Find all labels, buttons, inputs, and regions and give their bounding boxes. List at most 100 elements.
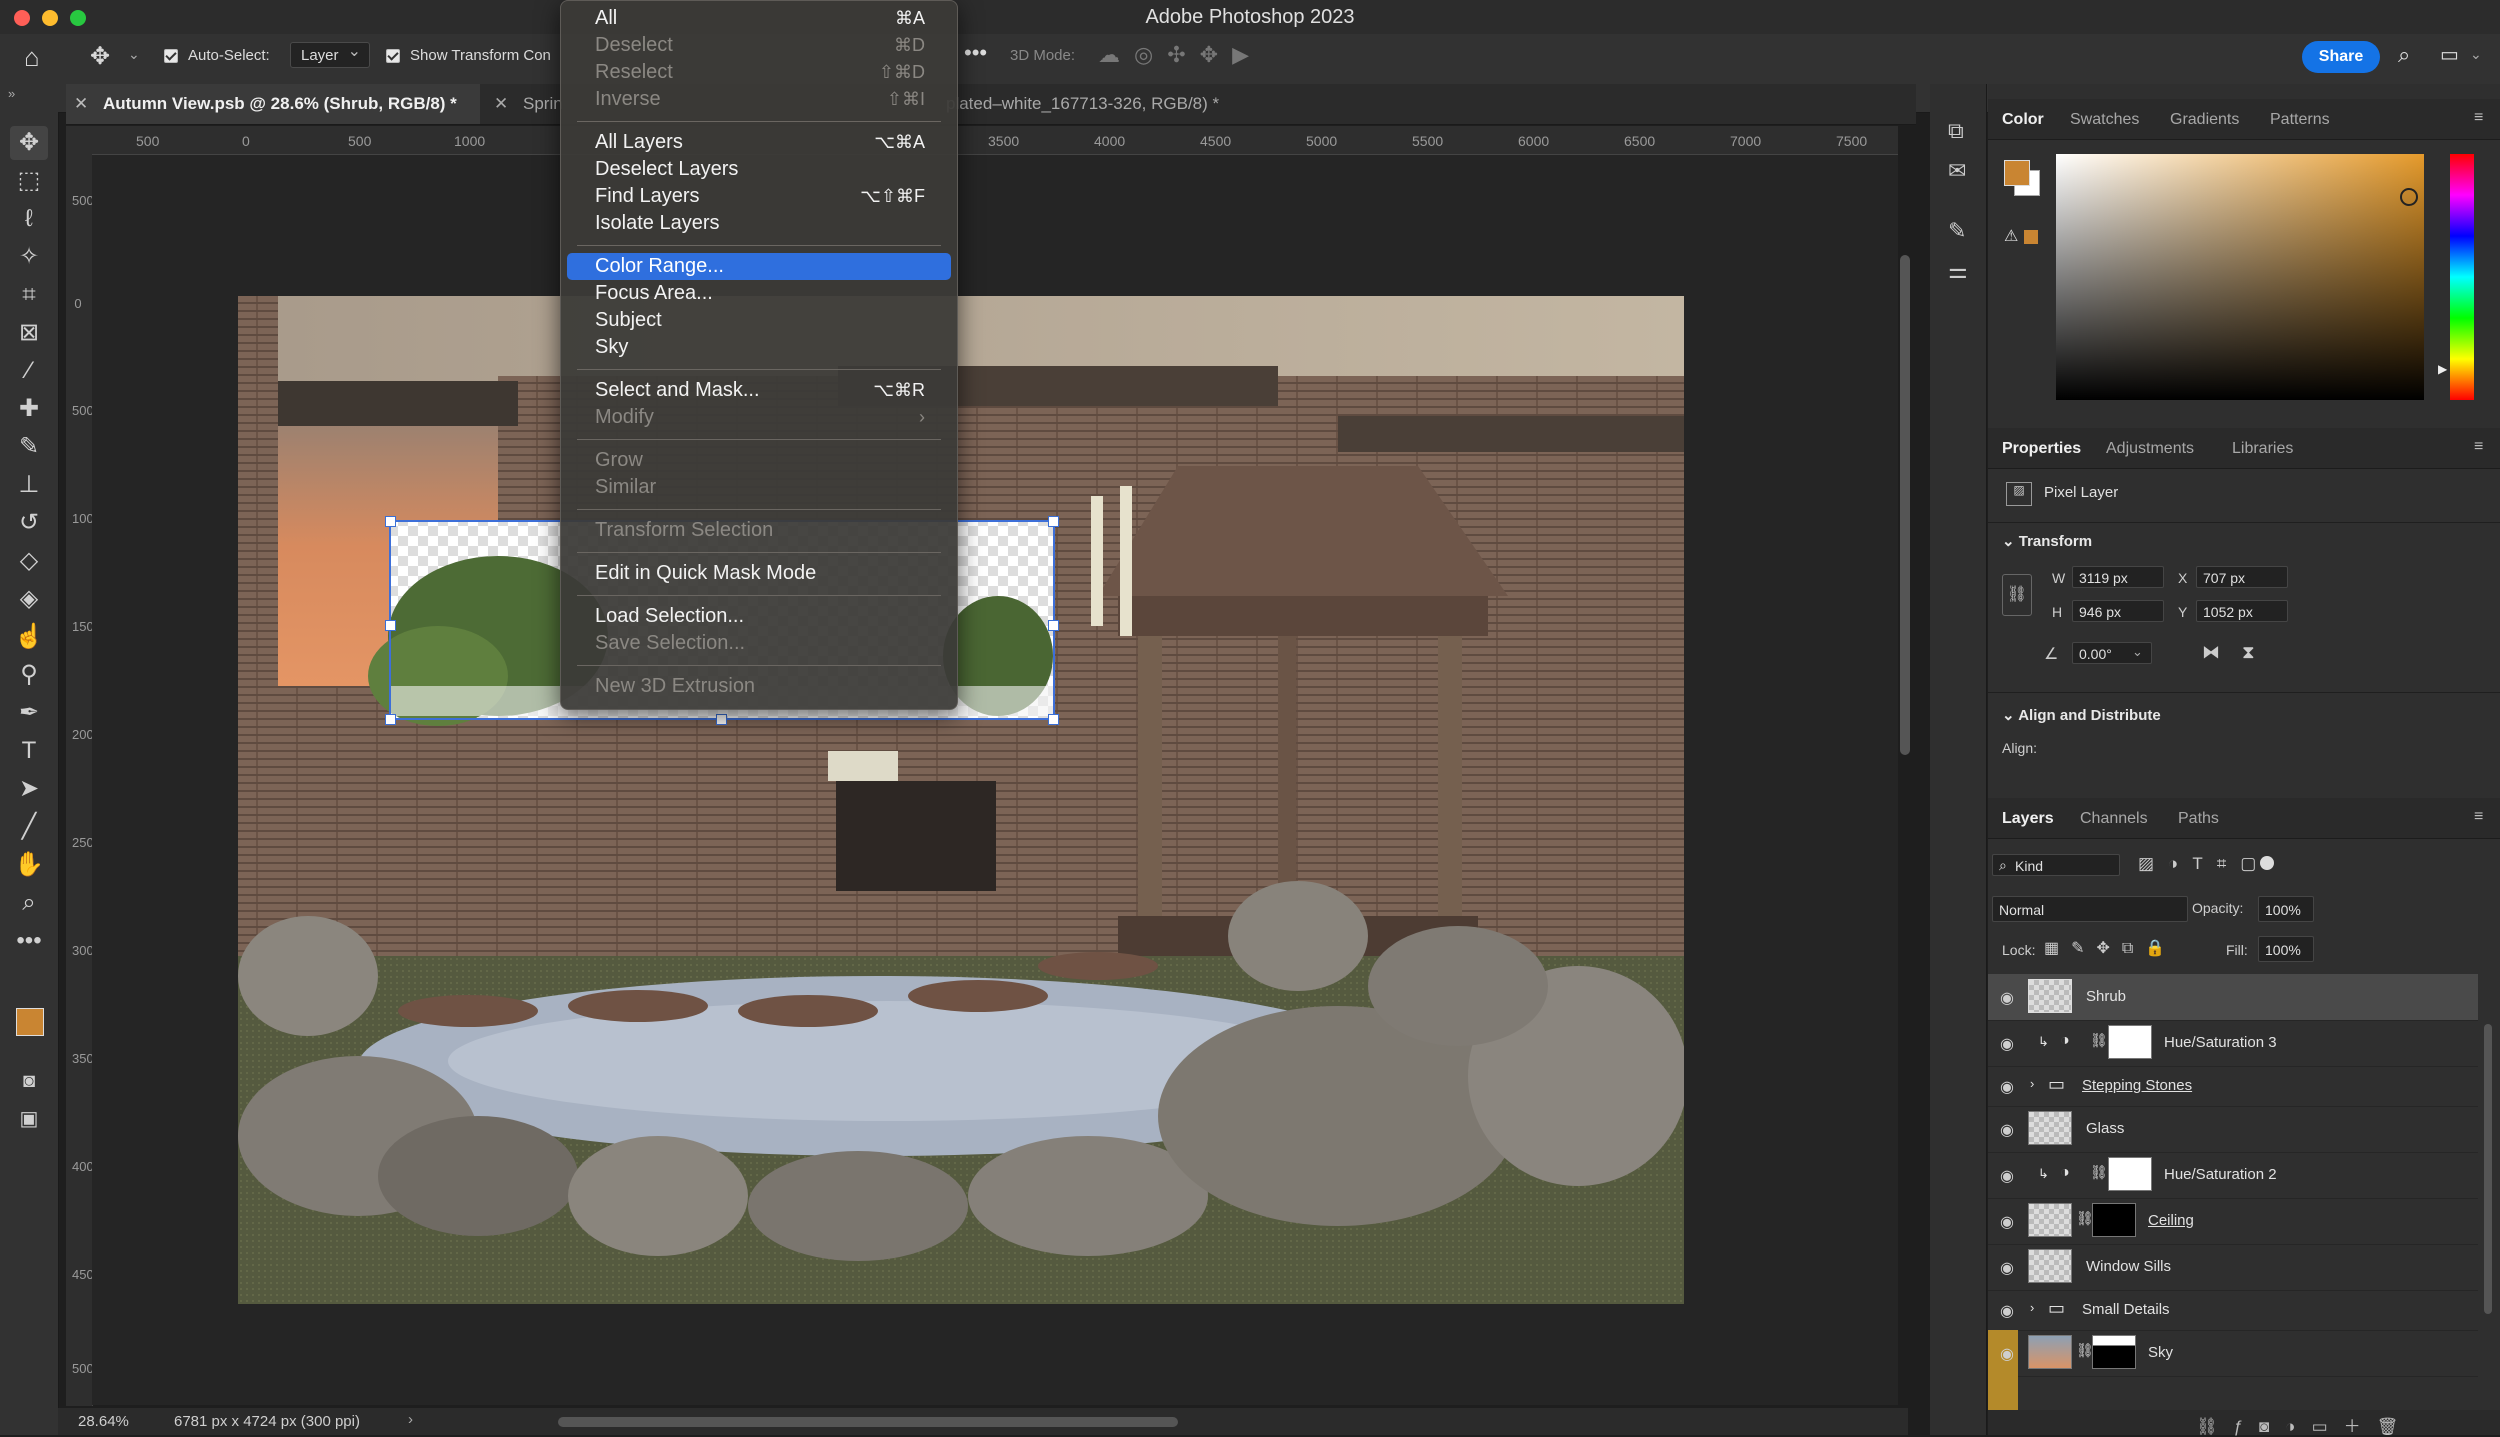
menu-item-focus-area[interactable]: Focus Area... (567, 280, 951, 307)
dodge-tool-icon[interactable]: ⚲ (10, 658, 48, 692)
tool-preset-dropdown-icon[interactable]: ⌄ (128, 46, 140, 63)
transform-handle[interactable] (385, 714, 396, 725)
panel-menu-icon[interactable]: ≡ (2474, 438, 2483, 456)
opacity-field[interactable]: 100% (2258, 896, 2314, 922)
smudge-tool-icon[interactable]: ☝ (10, 620, 48, 654)
layers-footer-icons[interactable]: ⛓ƒ◙◑▭＋🗑 (2196, 1412, 2414, 1437)
type-tool-icon[interactable]: T (10, 734, 48, 768)
x-field[interactable]: 707 px (2196, 566, 2288, 588)
transform-handle[interactable] (1048, 714, 1059, 725)
layer-filter-kind[interactable]: ⌕ Kind (1992, 854, 2120, 876)
menu-item-deselect-layers[interactable]: Deselect Layers (567, 156, 951, 183)
brush-settings-icon[interactable]: ✎ (1948, 218, 1966, 244)
crop-tool-icon[interactable]: ⌗ (10, 278, 48, 312)
layer-shrub[interactable]: ◉ Shrub (1988, 974, 2478, 1021)
adjustments-panel-icon[interactable]: ⚌ (1948, 258, 1968, 284)
close-tab-icon[interactable]: ✕ (494, 94, 508, 113)
panel-menu-icon[interactable]: ≡ (2474, 109, 2483, 127)
tab-gradients[interactable]: Gradients (2170, 111, 2239, 129)
document-info[interactable]: 6781 px x 4724 px (300 ppi) (174, 1413, 360, 1430)
eyedropper-tool-icon[interactable]: ⁄ (10, 354, 48, 388)
layers-scrollbar[interactable] (2484, 1024, 2492, 1314)
menu-item-select-and-mask[interactable]: Select and Mask... ⌥⌘R (567, 377, 951, 404)
visibility-eye-icon[interactable]: ◉ (2000, 988, 2014, 1008)
menu-item-new-3d-extrusion[interactable]: New 3D Extrusion (567, 673, 951, 700)
zoom-window-button[interactable] (70, 10, 86, 26)
width-field[interactable]: 3119 px (2072, 566, 2164, 588)
eraser-tool-icon[interactable]: ◇ (10, 544, 48, 578)
chain-link-icon[interactable]: ⛓ (2090, 1032, 2108, 1049)
zoom-tool-icon[interactable]: ⌕ (10, 886, 48, 920)
paint-bucket-tool-icon[interactable]: ◈ (10, 582, 48, 616)
visibility-eye-icon[interactable]: ◉ (2000, 1077, 2014, 1097)
marquee-tool-icon[interactable]: ⬚ (10, 164, 48, 198)
history-panel-icon[interactable]: ⧉ (1948, 118, 1964, 144)
close-window-button[interactable] (14, 10, 30, 26)
tab-color[interactable]: Color (2002, 111, 2044, 129)
visibility-eye-icon[interactable]: ◉ (2000, 1212, 2014, 1232)
hue-slider[interactable] (2450, 154, 2474, 400)
visibility-eye-icon[interactable]: ◉ (2000, 1166, 2014, 1186)
document-canvas[interactable] (238, 296, 1684, 1304)
layer-small-details[interactable]: ◉ › ▭ Small Details (1988, 1290, 2478, 1331)
hue-slider-marker[interactable]: ▶ (2438, 362, 2447, 376)
layer-hue-saturation-3[interactable]: ◉ ↳ ◑ ⛓ Hue/Saturation 3 (1988, 1020, 2478, 1067)
angle-dropdown-icon[interactable]: ⌄ (2132, 644, 2143, 660)
layer-hue-saturation-2[interactable]: ◉ ↳ ◑ ⛓ Hue/Saturation 2 (1988, 1152, 2478, 1199)
web-color-icon[interactable] (2024, 230, 2038, 244)
stamp-tool-icon[interactable]: ⊥ (10, 468, 48, 502)
line-tool-icon[interactable]: ╱ (10, 810, 48, 844)
auto-select-checkbox[interactable] (164, 49, 178, 63)
menu-item-transform-selection[interactable]: Transform Selection (567, 517, 951, 544)
brush-tool-icon[interactable]: ✎ (10, 430, 48, 464)
transform-handle[interactable] (716, 714, 727, 725)
menu-item-load-selection[interactable]: Load Selection... (567, 603, 951, 630)
search-icon[interactable]: ⌕ (2398, 42, 2410, 68)
tab-adjustments[interactable]: Adjustments (2106, 440, 2194, 458)
path-selection-tool-icon[interactable]: ➤ (10, 772, 48, 806)
transform-handle[interactable] (385, 620, 396, 631)
visibility-eye-icon[interactable]: ◉ (2000, 1120, 2014, 1140)
filter-toggle-icon[interactable] (2260, 856, 2274, 870)
color-picker-field[interactable] (2056, 154, 2424, 400)
flip-horizontal-icon[interactable]: ⧓ (2202, 642, 2220, 663)
healing-brush-tool-icon[interactable]: ✚ (10, 392, 48, 426)
lock-icons[interactable]: ▦✎✥⧉🔒 (2044, 938, 2177, 958)
toolbar-collapse-icon[interactable]: » (8, 86, 15, 101)
layer-name[interactable]: Window Sills (2086, 1258, 2171, 1275)
layer-name[interactable]: Sky (2148, 1344, 2173, 1361)
edit-toolbar-icon[interactable]: ••• (10, 924, 48, 958)
minimize-window-button[interactable] (42, 10, 58, 26)
history-brush-tool-icon[interactable]: ↺ (10, 506, 48, 540)
screen-mode-icon[interactable]: ▣ (10, 1102, 48, 1136)
home-icon[interactable]: ⌂ (24, 42, 40, 73)
layer-ceiling[interactable]: ◉ ⛓ Ceiling (1988, 1198, 2478, 1245)
transform-handle[interactable] (1048, 620, 1059, 631)
layer-sky[interactable]: ◉ ⛓ Sky (1988, 1330, 2478, 1377)
tab-swatches[interactable]: Swatches (2070, 111, 2139, 129)
foreground-color-swatch[interactable] (16, 1008, 44, 1036)
gamut-warning-icon[interactable]: ⚠ (2004, 226, 2018, 246)
menu-item-modify[interactable]: Modify › (567, 404, 951, 431)
foreground-color-swatch[interactable] (2004, 160, 2030, 186)
frame-tool-icon[interactable]: ⊠ (10, 316, 48, 350)
show-transform-checkbox[interactable] (386, 49, 400, 63)
share-button[interactable]: Share (2302, 41, 2380, 73)
layer-name[interactable]: Shrub (2086, 988, 2126, 1005)
workspace-dropdown-icon[interactable]: ⌄ (2470, 46, 2482, 63)
quick-mask-icon[interactable]: ◙ (10, 1064, 48, 1098)
visibility-eye-icon[interactable]: ◉ (2000, 1344, 2014, 1364)
horizontal-scrollbar[interactable] (558, 1417, 1178, 1427)
align-section[interactable]: ⌄ Align and Distribute (2002, 706, 2161, 724)
auto-select-dropdown[interactable]: Layer (290, 39, 370, 68)
comments-panel-icon[interactable]: ✉ (1948, 158, 1966, 184)
layer-filter-icons[interactable]: ▨◑T⌗▢ (2138, 854, 2270, 874)
workspace-icon[interactable]: ▭ (2440, 42, 2459, 67)
color-picker-cursor[interactable] (2400, 188, 2418, 206)
menu-item-all-layers[interactable]: All Layers ⌥⌘A (567, 129, 951, 156)
tab-isolated-white[interactable]: plated–white_167713-326, RGB/8) * (946, 84, 1326, 124)
visibility-eye-icon[interactable]: ◉ (2000, 1258, 2014, 1278)
menu-item-find-layers[interactable]: Find Layers ⌥⇧⌘F (567, 183, 951, 210)
chevron-right-icon[interactable]: › (2030, 1076, 2034, 1091)
tab-libraries[interactable]: Libraries (2232, 440, 2293, 458)
